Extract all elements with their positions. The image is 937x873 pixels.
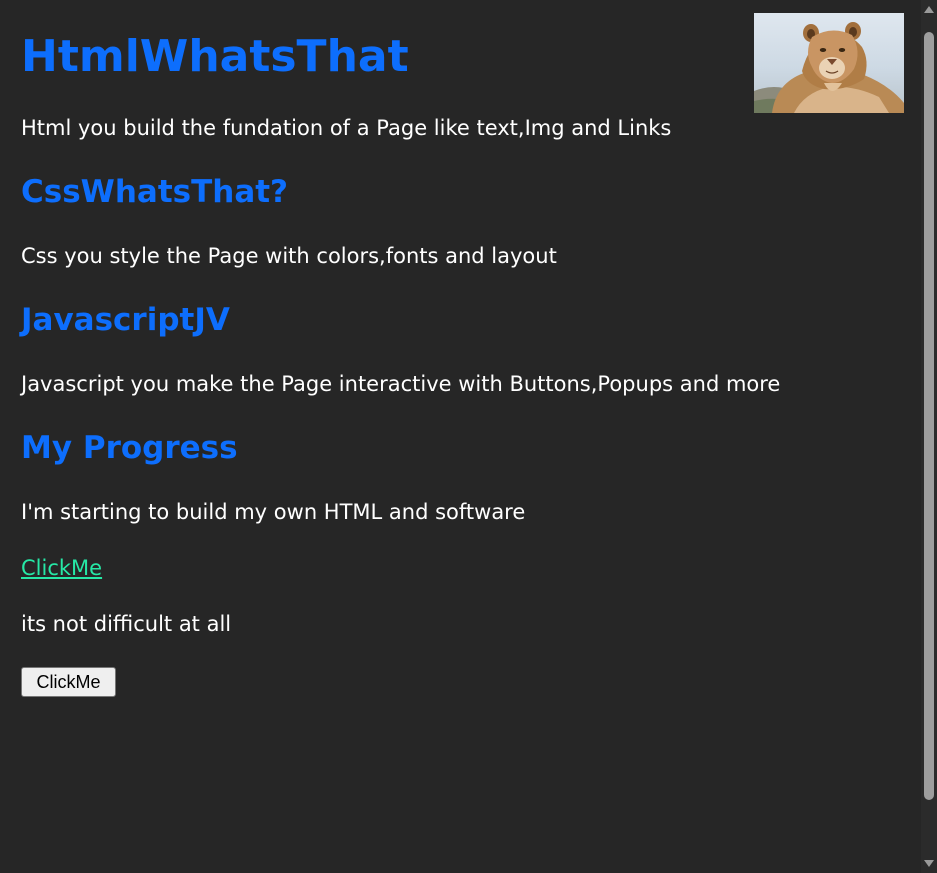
progress-description: I'm starting to build my own HTML and so… [21, 500, 526, 524]
lioness-photo-illustration [754, 22, 904, 113]
clickme-button[interactable]: ClickMe [21, 667, 116, 697]
vertical-scrollbar[interactable] [921, 0, 937, 873]
javascript-description: Javascript you make the Page interactive… [21, 372, 781, 396]
html-heading: HtmlWhatsThat [21, 31, 409, 82]
css-heading: CssWhatsThat? [21, 174, 289, 210]
scroll-up-arrow-icon[interactable] [924, 6, 934, 13]
closing-text: its not difficult at all [21, 612, 232, 636]
html-description: Html you build the fundation of a Page l… [21, 116, 672, 140]
lion-image [754, 13, 904, 113]
css-description: Css you style the Page with colors,fonts… [21, 244, 557, 268]
scroll-down-arrow-icon[interactable] [924, 860, 934, 867]
clickme-link[interactable]: ClickMe [21, 554, 102, 582]
javascript-heading: JavascriptJV [21, 302, 230, 338]
progress-heading: My Progress [21, 430, 238, 466]
scroll-thumb[interactable] [924, 32, 934, 800]
